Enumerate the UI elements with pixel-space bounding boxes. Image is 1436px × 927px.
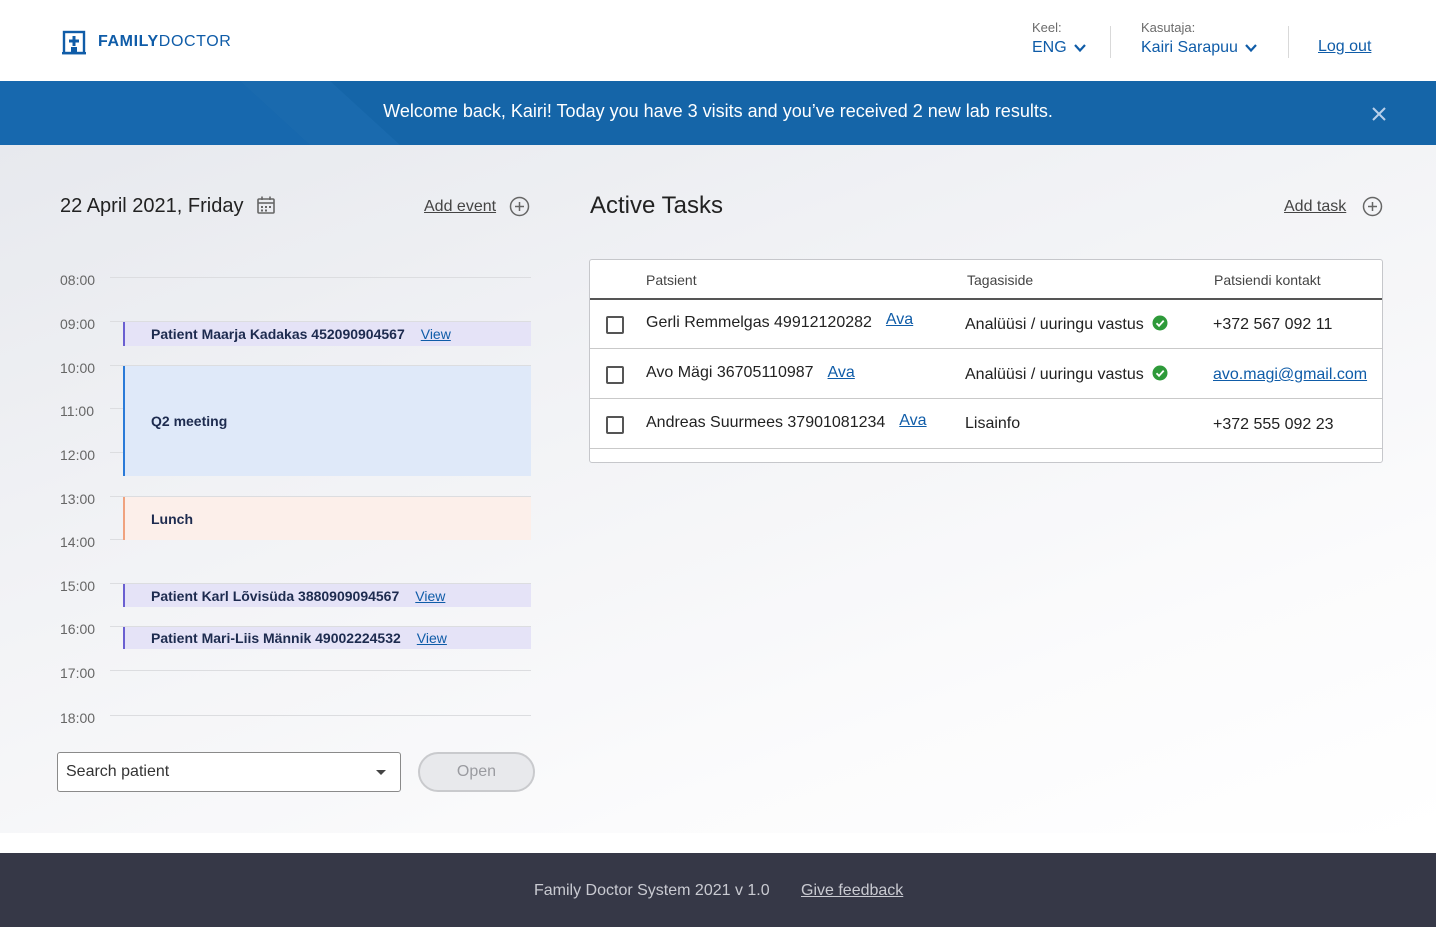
open-patient-link[interactable]: Ava (828, 364, 855, 381)
app-logo-text: FAMILYDOCTOR (98, 33, 231, 51)
header-divider (590, 298, 1382, 300)
open-patient-link[interactable]: Ava (886, 311, 913, 328)
dropdown-arrow-icon (376, 770, 386, 775)
language-label: Keel: (1032, 20, 1062, 35)
header-divider (1110, 26, 1111, 58)
main-content (0, 145, 1436, 833)
contact-email-link[interactable]: avo.magi@gmail.com (1213, 366, 1367, 383)
welcome-banner: Welcome back, Kairi! Today you have 3 vi… (0, 81, 1436, 145)
patient-name: Gerli Remmelgas 49912120282 (646, 314, 872, 331)
hour-line (110, 670, 531, 671)
table-row-contact: +372 567 092 11 (1213, 316, 1333, 333)
calendar-event-lunch[interactable]: Lunch (123, 497, 531, 540)
task-checkbox[interactable] (606, 416, 624, 434)
search-patient-placeholder: Search patient (66, 763, 170, 780)
logout-link[interactable]: Log out (1318, 38, 1371, 56)
task-checkbox[interactable] (606, 316, 624, 334)
open-patient-link[interactable]: Ava (899, 412, 926, 429)
tasks-title: Active Tasks (590, 192, 723, 219)
chevron-down-icon (1073, 44, 1086, 53)
app-header: FAMILYDOCTOR Keel: ENG Kasutaja: Kairi S… (0, 0, 1436, 81)
give-feedback-link[interactable]: Give feedback (801, 882, 903, 900)
time-label: 09:00 (60, 316, 96, 332)
user-dropdown[interactable]: Kairi Sarapuu (1141, 39, 1258, 57)
event-view-link[interactable]: View (421, 326, 451, 342)
hour-line (110, 277, 531, 278)
language-dropdown[interactable]: ENG (1032, 39, 1087, 57)
time-label: 17:00 (60, 665, 96, 681)
calendar-event-patient[interactable]: Patient Maarja Kadakas 452090904567 View (123, 322, 531, 346)
open-button[interactable]: Open (418, 752, 535, 792)
calendar-icon[interactable] (256, 195, 276, 215)
footer-system-text: Family Doctor System 2021 v 1.0 (534, 882, 770, 899)
time-label: 16:00 (60, 621, 96, 637)
calendar-event-patient[interactable]: Patient Mari-Liis Männik 49002224532 Vie… (123, 627, 531, 649)
time-label: 08:00 (60, 272, 96, 288)
table-row-feedback: Analüüsi / uuringu vastus (965, 315, 1168, 334)
event-title: Q2 meeting (151, 413, 228, 429)
row-divider (590, 448, 1382, 449)
time-label: 10:00 (60, 360, 96, 376)
event-title: Patient Mari-Liis Männik 49002224532 (151, 630, 401, 646)
event-view-link[interactable]: View (415, 588, 445, 604)
plus-circle-icon[interactable] (1362, 196, 1383, 217)
table-row-patient: Andreas Suurmees 37901081234 Ava (646, 412, 927, 432)
close-icon[interactable] (1371, 106, 1387, 122)
calendar-date-title: 22 April 2021, Friday (60, 195, 244, 217)
time-label: 15:00 (60, 578, 96, 594)
feedback-text: Analüüsi / uuringu vastus (965, 316, 1144, 333)
hour-line (110, 715, 531, 716)
patient-name: Avo Mägi 36705110987 (646, 364, 814, 381)
table-row-feedback: Lisainfo (965, 415, 1020, 433)
feedback-text: Lisainfo (965, 415, 1021, 432)
patient-name: Andreas Suurmees 37901081234 (646, 414, 886, 431)
hospital-icon (62, 30, 86, 55)
language-value: ENG (1032, 39, 1067, 56)
feedback-text: Analüüsi / uuringu vastus (965, 366, 1144, 383)
logo-text-light: DOCTOR (158, 33, 232, 50)
calendar-event-meeting[interactable]: Q2 meeting (123, 366, 531, 476)
user-value: Kairi Sarapuu (1141, 39, 1238, 56)
table-row-patient: Avo Mägi 36705110987 Ava (646, 364, 855, 382)
time-label: 12:00 (60, 447, 96, 463)
table-row-contact: +372 555 092 23 (1213, 416, 1334, 433)
row-divider (590, 398, 1382, 399)
table-row-contact: avo.magi@gmail.com (1213, 366, 1367, 384)
user-selector: Kasutaja: Kairi Sarapuu (1141, 20, 1258, 57)
add-task-link[interactable]: Add task (1284, 198, 1346, 216)
event-title: Patient Karl Lõvisüda 3880909094567 (151, 587, 400, 604)
logo-text-bold: FAMILY (98, 33, 159, 50)
task-checkbox[interactable] (606, 366, 624, 384)
search-patient-select[interactable]: Search patient (57, 752, 401, 792)
table-row-feedback: Analüüsi / uuringu vastus (965, 365, 1168, 384)
plus-circle-icon[interactable] (509, 196, 530, 217)
app-footer: Family Doctor System 2021 v 1.0 Give fee… (0, 853, 1436, 927)
user-label: Kasutaja: (1141, 20, 1196, 35)
header-divider (1288, 26, 1289, 58)
banner-message: Welcome back, Kairi! Today you have 3 vi… (383, 101, 1053, 121)
calendar-event-patient[interactable]: Patient Karl Lõvisüda 3880909094567 View (123, 584, 531, 607)
time-label: 11:00 (60, 403, 94, 419)
event-title: Lunch (151, 510, 193, 527)
column-header: Tagasiside (967, 272, 1034, 288)
time-label: 14:00 (60, 534, 96, 550)
time-label: 13:00 (60, 491, 96, 507)
language-selector: Keel: ENG (1032, 20, 1087, 57)
table-row-patient: Gerli Remmelgas 49912120282 Ava (646, 311, 913, 332)
row-divider (590, 348, 1382, 349)
event-title: Patient Maarja Kadakas 452090904567 (151, 326, 405, 342)
chevron-down-icon (1245, 44, 1257, 53)
column-header: Patsiendi kontakt (1214, 272, 1321, 288)
tasks-table: Patsient Tagasiside Patsiendi kontakt Ge… (589, 259, 1383, 463)
app-logo[interactable]: FAMILYDOCTOR (61, 29, 231, 55)
check-circle-icon (1152, 315, 1168, 331)
column-header: Patsient (646, 272, 697, 288)
event-view-link[interactable]: View (417, 630, 447, 646)
add-event-link[interactable]: Add event (424, 198, 496, 216)
time-label: 18:00 (60, 710, 96, 726)
check-circle-icon (1152, 365, 1168, 381)
